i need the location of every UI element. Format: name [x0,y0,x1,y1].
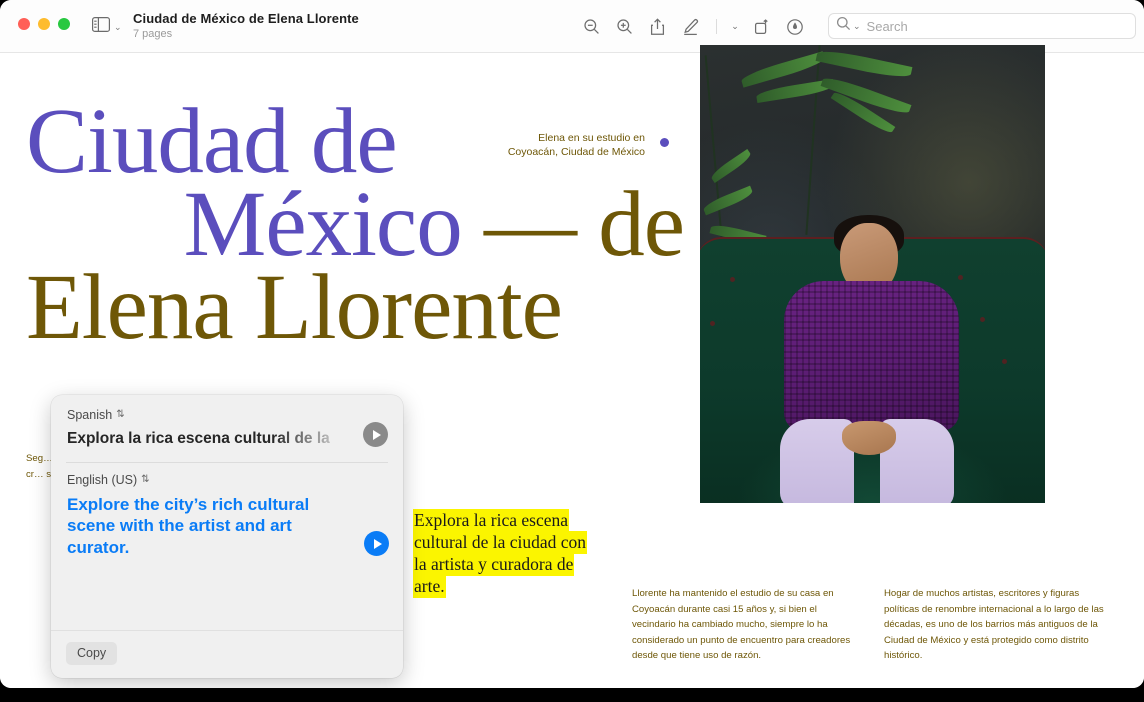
play-source-audio-button[interactable] [363,422,388,447]
body-column-right: Hogar de muchos artistas, escritores y f… [884,586,1108,664]
stepper-icon: ⇅ [116,410,123,420]
magnifier-plus-icon [616,18,633,35]
search-scope-chevron-icon: ⌄ [853,22,861,31]
chevron-down-icon: ⌄ [731,21,739,32]
annotate-circle-icon [786,18,804,36]
search-placeholder: Search [867,19,908,34]
page-marker-middle: P – 07 [632,686,681,688]
magnifier-minus-icon [583,18,600,35]
popup-footer: Copy [51,630,403,678]
caption-bullet-dot [660,138,669,147]
search-input[interactable]: ⌄ Search [828,13,1136,39]
popup-divider [66,462,388,463]
minimize-window-button[interactable] [38,18,50,30]
page-count-label: 7 pages [133,28,359,40]
zoom-in-button[interactable] [608,13,641,40]
chevron-down-icon: ⌄ [114,23,122,32]
headline-line-3: Elena Llorente [26,267,686,350]
zoom-out-button[interactable] [575,13,608,40]
play-icon [373,430,381,440]
rotate-button[interactable] [745,13,778,40]
page-marker-left: P [32,686,43,688]
stepper-icon: ⇅ [141,475,148,485]
source-text: Explora la rica escena cultural de la [67,430,353,448]
sidebar-icon [92,17,110,37]
source-language-selector[interactable]: Spanish ⇅ [67,408,387,422]
highlighter-pen-icon [682,18,699,36]
window-controls [18,18,70,30]
markup-options-button[interactable]: ⌄ [725,21,745,32]
search-icon [836,16,851,36]
highlighted-text: Explora la rica escena cultural de la ci… [413,509,587,598]
share-icon [649,18,666,36]
markup-button[interactable] [674,13,707,40]
toolbar-divider [707,19,725,34]
photo-elena-in-studio [700,45,1045,503]
close-window-button[interactable] [18,18,30,30]
target-language-block: English (US) ⇅ Explore the city’s rich c… [67,473,367,558]
rotate-icon [753,18,770,36]
maximize-window-button[interactable] [58,18,70,30]
sidebar-toggle-button[interactable]: ⌄ [92,17,122,37]
highlighted-selection[interactable]: Explora la rica escena cultural de la ci… [413,509,593,597]
share-button[interactable] [641,13,674,40]
source-language-label: Spanish [67,408,112,422]
document-title-group: Ciudad de México de Elena Llorente 7 pag… [133,11,359,40]
pdf-viewer-window: ⌄ Ciudad de México de Elena Llorente 7 p… [0,0,1144,688]
toolbar: ⌄ [575,13,811,40]
target-language-selector[interactable]: English (US) ⇅ [67,473,367,487]
translate-popover: Spanish ⇅ Explora la rica escena cultura… [51,395,403,678]
photo-caption: Elena en su estudio en Coyoacán, Ciudad … [497,132,645,160]
translated-text: Explore the city’s rich cultural scene w… [67,494,337,558]
source-language-block: Spanish ⇅ Explora la rica escena cultura… [67,408,387,448]
page-title: Ciudad de México de Elena Llorente [133,11,359,26]
body-column-middle: Llorente ha mantenido el estudio de su c… [632,586,856,664]
play-icon [374,539,382,549]
annotate-button[interactable] [778,13,811,40]
headline-line-2: México — de [26,184,686,267]
play-translation-audio-button[interactable] [364,531,389,556]
copy-button[interactable]: Copy [66,642,117,665]
target-language-label: English (US) [67,473,137,487]
